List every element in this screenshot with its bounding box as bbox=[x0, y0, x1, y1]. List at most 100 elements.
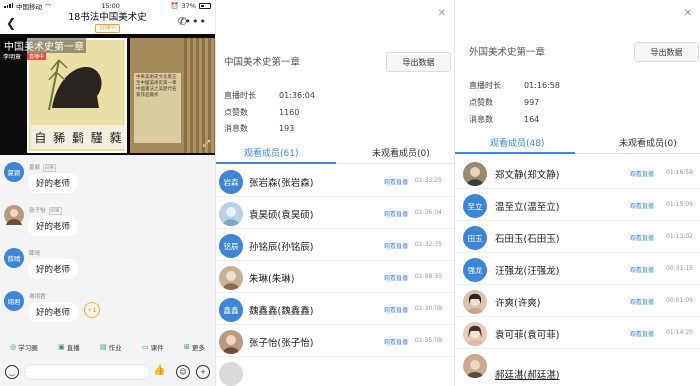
close-icon[interactable]: ✕ bbox=[684, 8, 692, 19]
member-row[interactable]: 朱琳(朱琳) 观看直播 01:08:30 bbox=[216, 262, 454, 293]
message-input[interactable] bbox=[24, 364, 150, 380]
member-row[interactable]: 强龙 汪强龙(汪强龙) 观看直播 00:31:15 bbox=[455, 254, 700, 285]
watch-time: 01:15:09 bbox=[666, 201, 693, 208]
watch-live-link[interactable]: 观看直播 bbox=[630, 201, 654, 210]
member-name: 郝廷湛(郝廷湛) bbox=[495, 370, 560, 381]
sender-name: 张子怡 bbox=[29, 208, 46, 214]
tab-courseware[interactable]: ▭ 课件 bbox=[142, 342, 164, 352]
close-icon[interactable]: ✕ bbox=[438, 8, 446, 19]
tab-homework[interactable]: ▤ 作业 bbox=[100, 342, 122, 352]
clock: 15:00 bbox=[101, 1, 120, 10]
avatar bbox=[463, 162, 487, 186]
fullscreen-icon[interactable]: ⤢ bbox=[203, 139, 210, 149]
avatar bbox=[463, 322, 487, 346]
chat-list: 夏颖 夏颖 同事 好的老师 张子怡 同事 好的老师 薛晴 薛晴 好的老师 翊君 谢翊… bbox=[0, 158, 215, 330]
avatar[interactable]: 翊君 bbox=[4, 291, 24, 311]
back-icon[interactable]: ❮ bbox=[6, 16, 16, 30]
tab-label: 作业 bbox=[108, 343, 122, 352]
watch-live-link[interactable]: 观看直播 bbox=[384, 177, 408, 186]
member-row[interactable]: 鑫鑫 魏鑫鑫(魏鑫鑫) 观看直播 01:30:08 bbox=[216, 294, 454, 325]
member-name: 张岩森(张岩森) bbox=[249, 178, 314, 189]
watch-time: 01:33:25 bbox=[415, 177, 442, 184]
stat-label: 直播时长 bbox=[469, 81, 501, 90]
member-row[interactable]: 铭辰 孙铭辰(孙铭辰) 观看直播 01:32:35 bbox=[216, 230, 454, 261]
document-text: 中華美術史文化意正至中國美術史第一章中國書法之美歷代名家作品賞析 bbox=[134, 73, 181, 143]
sender-name: 夏颖 bbox=[29, 165, 41, 171]
chat-message: 夏颖 夏颖 同事 好的老师 bbox=[0, 158, 215, 201]
tab-study-circle[interactable]: ◎ 学习圈 bbox=[10, 342, 38, 352]
tab-watched[interactable]: 观看成员(61) bbox=[244, 146, 298, 159]
keyboard-icon[interactable]: ‿ bbox=[5, 365, 19, 379]
stat-value: 997 bbox=[524, 98, 540, 107]
stat-value: 164 bbox=[524, 115, 540, 124]
member-row[interactable]: 郝廷湛(郝廷湛) bbox=[455, 350, 700, 381]
stat-likes: 点赞数 997 bbox=[469, 97, 629, 108]
stat-duration: 直播时长 01:36:04 bbox=[224, 90, 384, 101]
member-row[interactable]: 岩森 张岩森(张岩森) 观看直播 01:33:25 bbox=[216, 166, 454, 197]
member-name: 汪强龙(汪强龙) bbox=[495, 266, 560, 277]
avatar: 岩森 bbox=[219, 170, 243, 194]
watch-live-link[interactable]: 观看直播 bbox=[630, 265, 654, 274]
figure-illustration bbox=[48, 59, 102, 111]
live-video[interactable]: 自 豨 鬎 騹 蕤 中華美術史文化意正至中國美術史第一章中國書法之美歷代名家作品… bbox=[0, 34, 215, 155]
member-row[interactable]: 田玉 石田玉(石田玉) 观看直播 01:13:02 bbox=[455, 222, 700, 253]
member-row[interactable]: 许爽(许爽) 观看直播 00:01:09 bbox=[455, 286, 700, 317]
watch-live-link[interactable]: 观看直播 bbox=[630, 233, 654, 242]
input-bar: ‿ 👍 ☺ + bbox=[0, 362, 215, 384]
export-button[interactable]: 导出数据 bbox=[634, 42, 699, 62]
calligraphy-char: 蕤 bbox=[109, 130, 122, 145]
member-row[interactable]: 张子怡(张子怡) 观看直播 01:35:08 bbox=[216, 326, 454, 357]
member-row[interactable]: 郑文静(郑文静) 观看直播 01:16:58 bbox=[455, 158, 700, 189]
more-icon[interactable]: ••• bbox=[185, 15, 207, 28]
emoji-icon[interactable]: ☺ bbox=[176, 365, 190, 379]
member-tabs: 观看成员(48) 未观看成员(0) bbox=[455, 134, 700, 154]
status-bar: 中国移动 ◠ 15:00 ⏰ 37% bbox=[0, 0, 215, 11]
calligraphy-char: 自 bbox=[34, 130, 47, 145]
watch-time: 01:08:30 bbox=[415, 273, 442, 280]
watch-live-link[interactable]: 观看直播 bbox=[630, 297, 654, 306]
chapter-title: 中国美术史第一章 bbox=[224, 57, 301, 68]
calligraphy-char: 豨 bbox=[53, 130, 66, 145]
export-button[interactable]: 导出数据 bbox=[386, 52, 451, 72]
tab-unwatched[interactable]: 未观看成员(0) bbox=[372, 146, 430, 159]
active-tab-underline bbox=[216, 162, 336, 164]
plus-one-button[interactable]: +1 bbox=[84, 302, 100, 318]
role-tag: 同事 bbox=[43, 164, 57, 172]
live-tag: 直播中 bbox=[27, 53, 47, 60]
watch-live-link[interactable]: 观看直播 bbox=[384, 241, 408, 250]
avatar[interactable]: 夏颖 bbox=[4, 162, 24, 182]
watch-live-link[interactable]: 观看直播 bbox=[384, 209, 408, 218]
add-icon[interactable]: + bbox=[196, 365, 210, 379]
member-row[interactable]: 至立 温至立(温至立) 观看直播 01:15:09 bbox=[455, 190, 700, 221]
avatar bbox=[219, 202, 243, 226]
watch-live-link[interactable]: 观看直播 bbox=[384, 273, 408, 282]
like-icon[interactable]: 👍 bbox=[153, 365, 165, 376]
avatar: 田玉 bbox=[463, 226, 487, 250]
member-row[interactable]: 袁昊硕(袁昊硕) 观看直播 01:36:04 bbox=[216, 198, 454, 229]
watch-live-link[interactable]: 观看直播 bbox=[384, 305, 408, 314]
member-row[interactable]: 袁可菲(袁可菲) 观看直播 01:14:20 bbox=[455, 318, 700, 349]
watch-time: 00:31:15 bbox=[666, 265, 693, 272]
watch-live-link[interactable]: 观看直播 bbox=[384, 337, 408, 346]
avatar[interactable] bbox=[4, 205, 24, 225]
message-bubble: 好的老师 bbox=[28, 216, 79, 236]
member-name: 郑文静(郑文静) bbox=[495, 170, 560, 181]
watch-live-link[interactable]: 观看直播 bbox=[630, 329, 654, 338]
stat-value: 01:16:58 bbox=[524, 81, 560, 90]
calligraphy-strip: 自 豨 鬎 騹 蕤 bbox=[31, 125, 125, 149]
tab-live[interactable]: ▣ 直播 bbox=[58, 342, 80, 352]
avatar-photo-icon bbox=[466, 325, 484, 346]
watch-time: 01:16:58 bbox=[666, 169, 693, 176]
tab-watched[interactable]: 观看成员(48) bbox=[490, 136, 544, 149]
stat-messages: 消息数 193 bbox=[224, 123, 384, 134]
avatar[interactable]: 薛晴 bbox=[4, 248, 24, 268]
watch-live-link[interactable]: 观看直播 bbox=[630, 169, 654, 178]
member-tabs: 观看成员(61) 未观看成员(0) bbox=[216, 144, 454, 164]
tab-more[interactable]: ⊞ 更多 bbox=[184, 342, 205, 352]
tab-unwatched[interactable]: 未观看成员(0) bbox=[619, 136, 677, 149]
member-row[interactable] bbox=[216, 358, 454, 386]
live-chat-panel: 中国移动 ◠ 15:00 ⏰ 37% ❮ 18书法中国美术史 直播中 ✆ ••• bbox=[0, 0, 215, 386]
sender-name: 薛晴 bbox=[29, 251, 41, 257]
live-status-badge: 直播中 bbox=[95, 24, 120, 33]
alarm-icon: ⏰ bbox=[170, 1, 179, 10]
